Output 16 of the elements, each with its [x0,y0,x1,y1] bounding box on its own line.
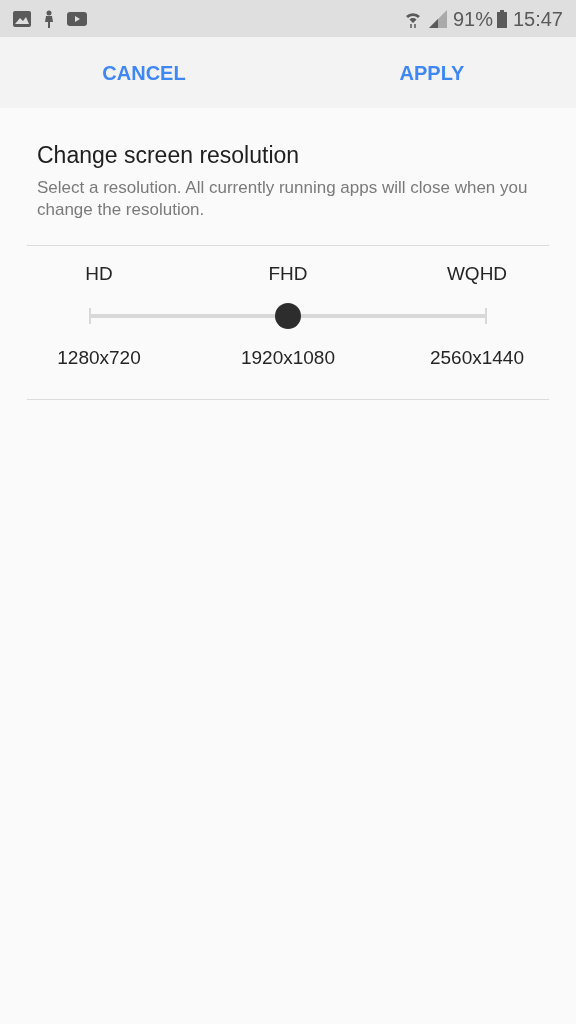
slider-thumb[interactable] [275,303,301,329]
resolution-name[interactable]: FHD [233,259,343,288]
image-icon [13,10,31,27]
resolution-name[interactable]: WQHD [422,259,532,288]
description-text: Select a resolution. All currently running apps will close when you change the resolution. [37,176,529,221]
dialog-title: Change screen resolution [37,141,301,170]
battery-percentage: 91% [452,6,493,32]
resolution-size: 1920x1080 [239,346,336,370]
battery-icon [496,9,507,28]
resolution-size: 2560x1440 [428,346,525,370]
resolution-size: 1280x720 [56,346,142,370]
play-icon [67,11,87,26]
resolution-name[interactable]: HD [44,259,154,288]
signal-icon [428,9,447,28]
figure-icon [43,9,55,28]
clock-time: 15:47 [512,6,563,32]
